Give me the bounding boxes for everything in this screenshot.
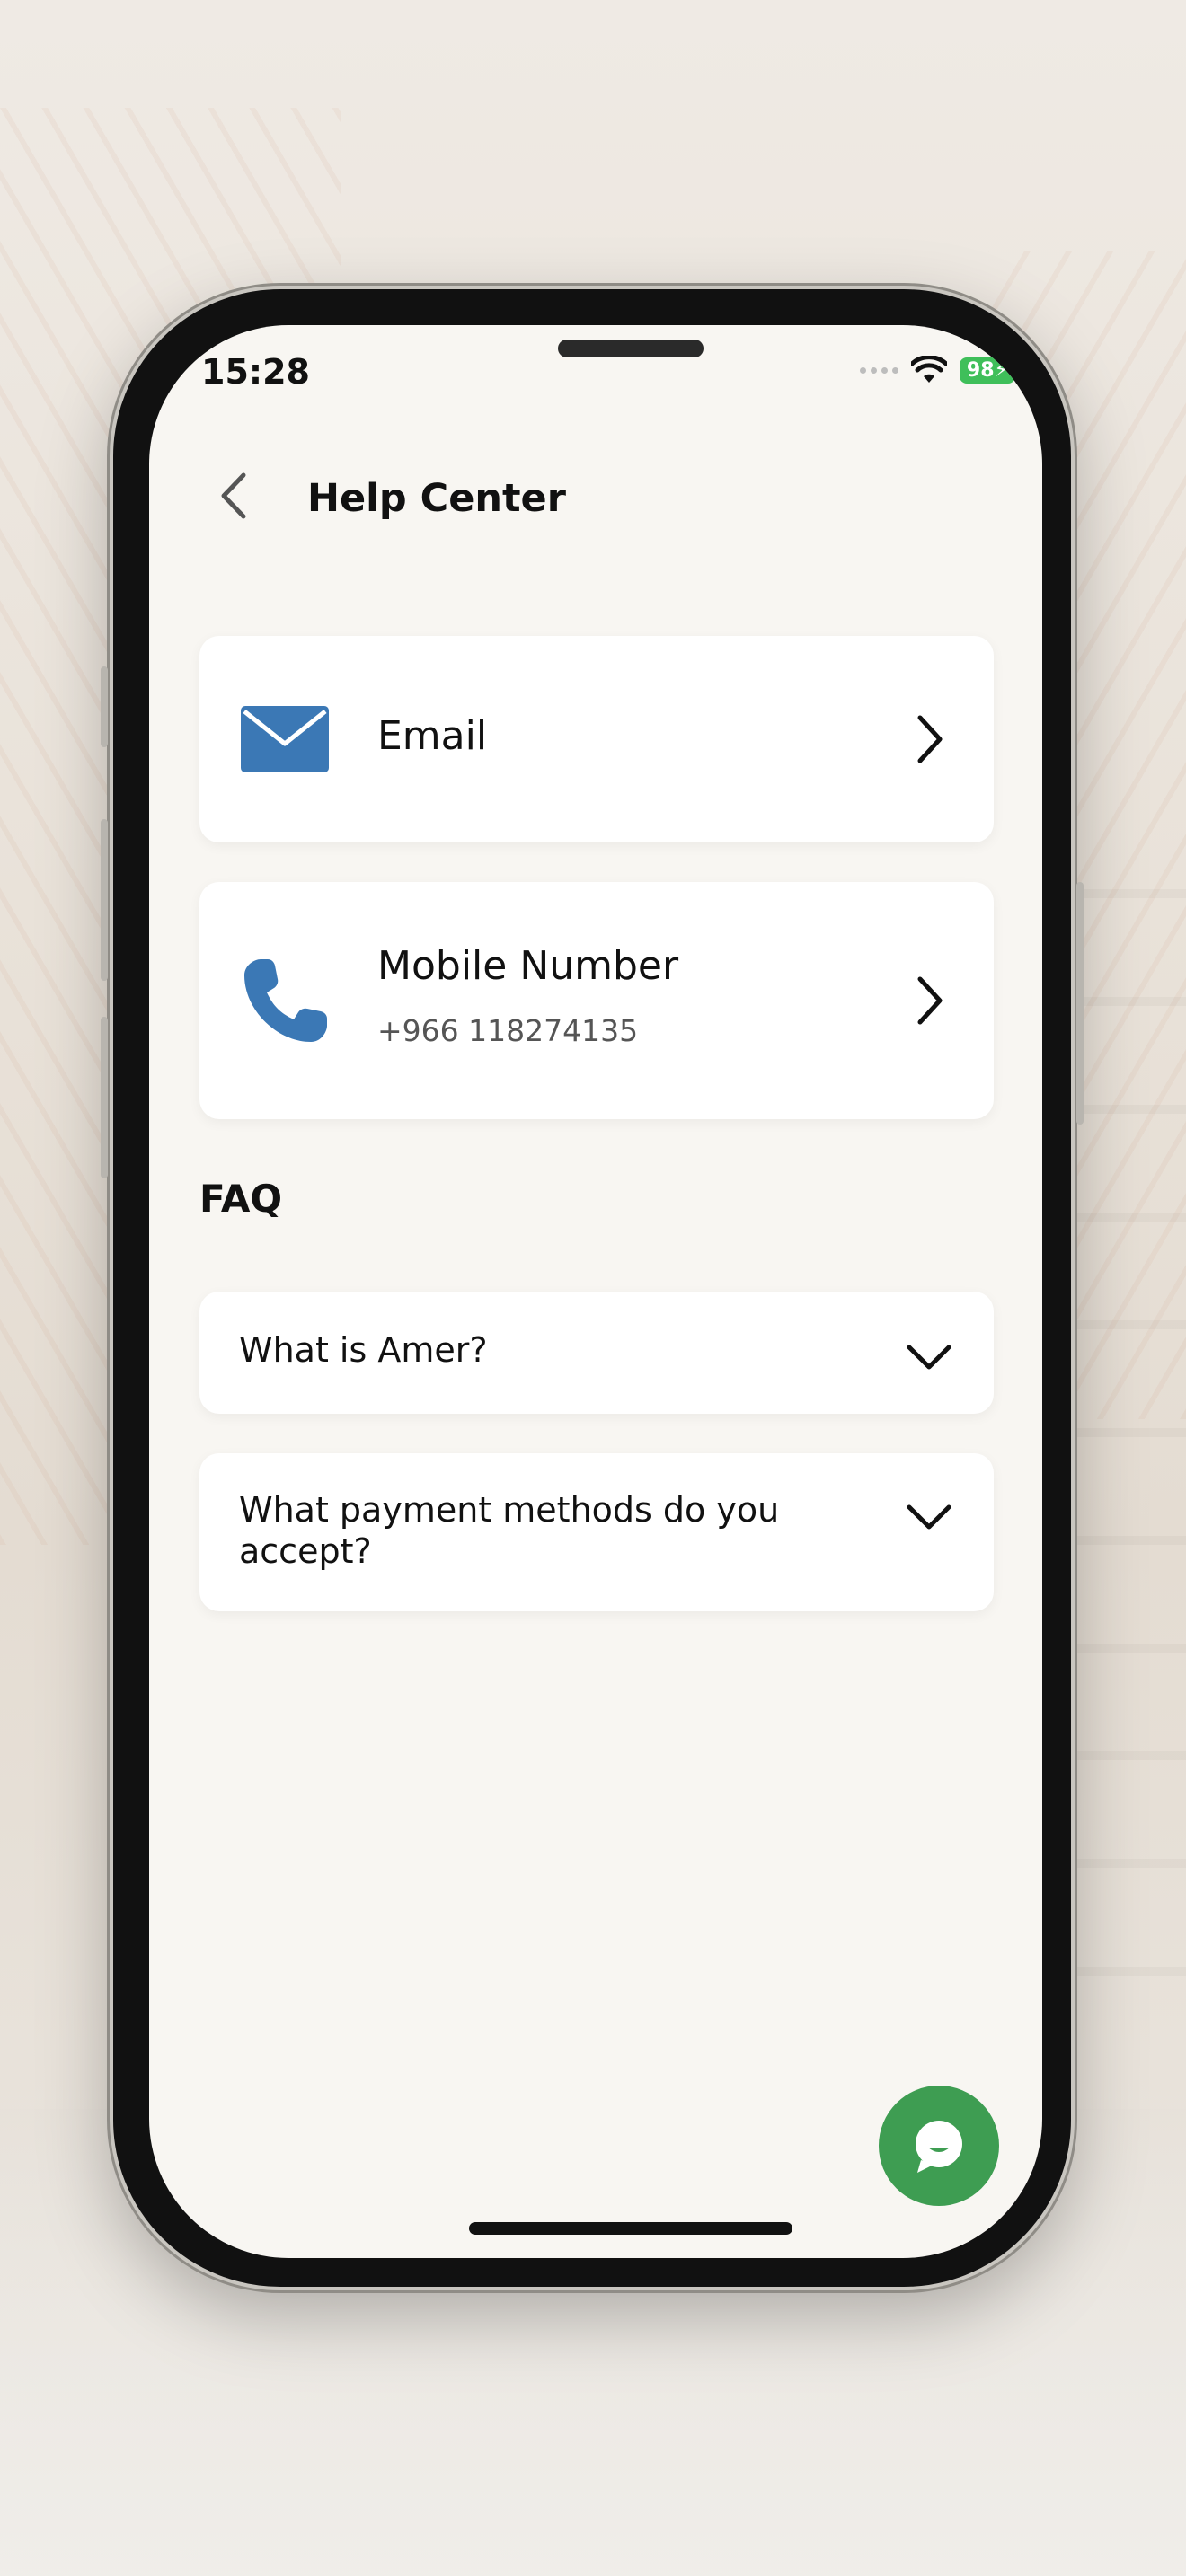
volume-up-button [101,819,108,981]
status-indicators: 98⚡ [859,356,1015,384]
volume-down-button [101,1017,108,1178]
back-button[interactable] [207,469,261,523]
mobile-number-value: +966 118274135 [377,1013,639,1048]
faq-item[interactable]: What payment methods do you accept? [199,1453,994,1611]
mute-switch [101,666,108,747]
speaker-notch [558,340,704,357]
faq-heading: FAQ [199,1177,283,1221]
email-contact-card[interactable]: Email [199,636,994,842]
battery-indicator: 98⚡ [959,357,1015,384]
chevron-right-icon [917,976,943,1025]
faq-item[interactable]: What is Amer? [199,1292,994,1414]
chevron-down-icon[interactable] [904,1498,954,1534]
phone-icon [244,959,327,1042]
chevron-left-icon [221,472,246,519]
page-title: Help Center [307,476,566,521]
signal-dots-icon [859,366,898,374]
status-time: 15:28 [201,352,310,392]
mobile-contact-card[interactable]: Mobile Number +966 118274135 [199,882,994,1119]
wifi-icon [910,356,947,383]
charging-bolt-icon: ⚡ [994,358,1008,382]
faq-question: What payment methods do you accept? [239,1490,780,1571]
faq-question: What is Amer? [239,1330,488,1370]
chevron-right-icon [917,715,943,763]
home-indicator[interactable] [469,2222,792,2235]
chat-button[interactable] [879,2086,999,2206]
phone-frame: 15:28 98⚡ Help Center Email Mobile Numbe… [101,286,1084,2290]
app-screen: 15:28 98⚡ Help Center Email Mobile Numbe… [149,325,1042,2258]
mail-icon [241,706,329,772]
battery-level: 98 [966,358,995,382]
chat-bubble-icon [916,2121,962,2173]
email-label: Email [377,713,488,759]
chevron-down-icon[interactable] [904,1338,954,1374]
power-button [1076,882,1084,1125]
mobile-number-label: Mobile Number [377,943,679,989]
